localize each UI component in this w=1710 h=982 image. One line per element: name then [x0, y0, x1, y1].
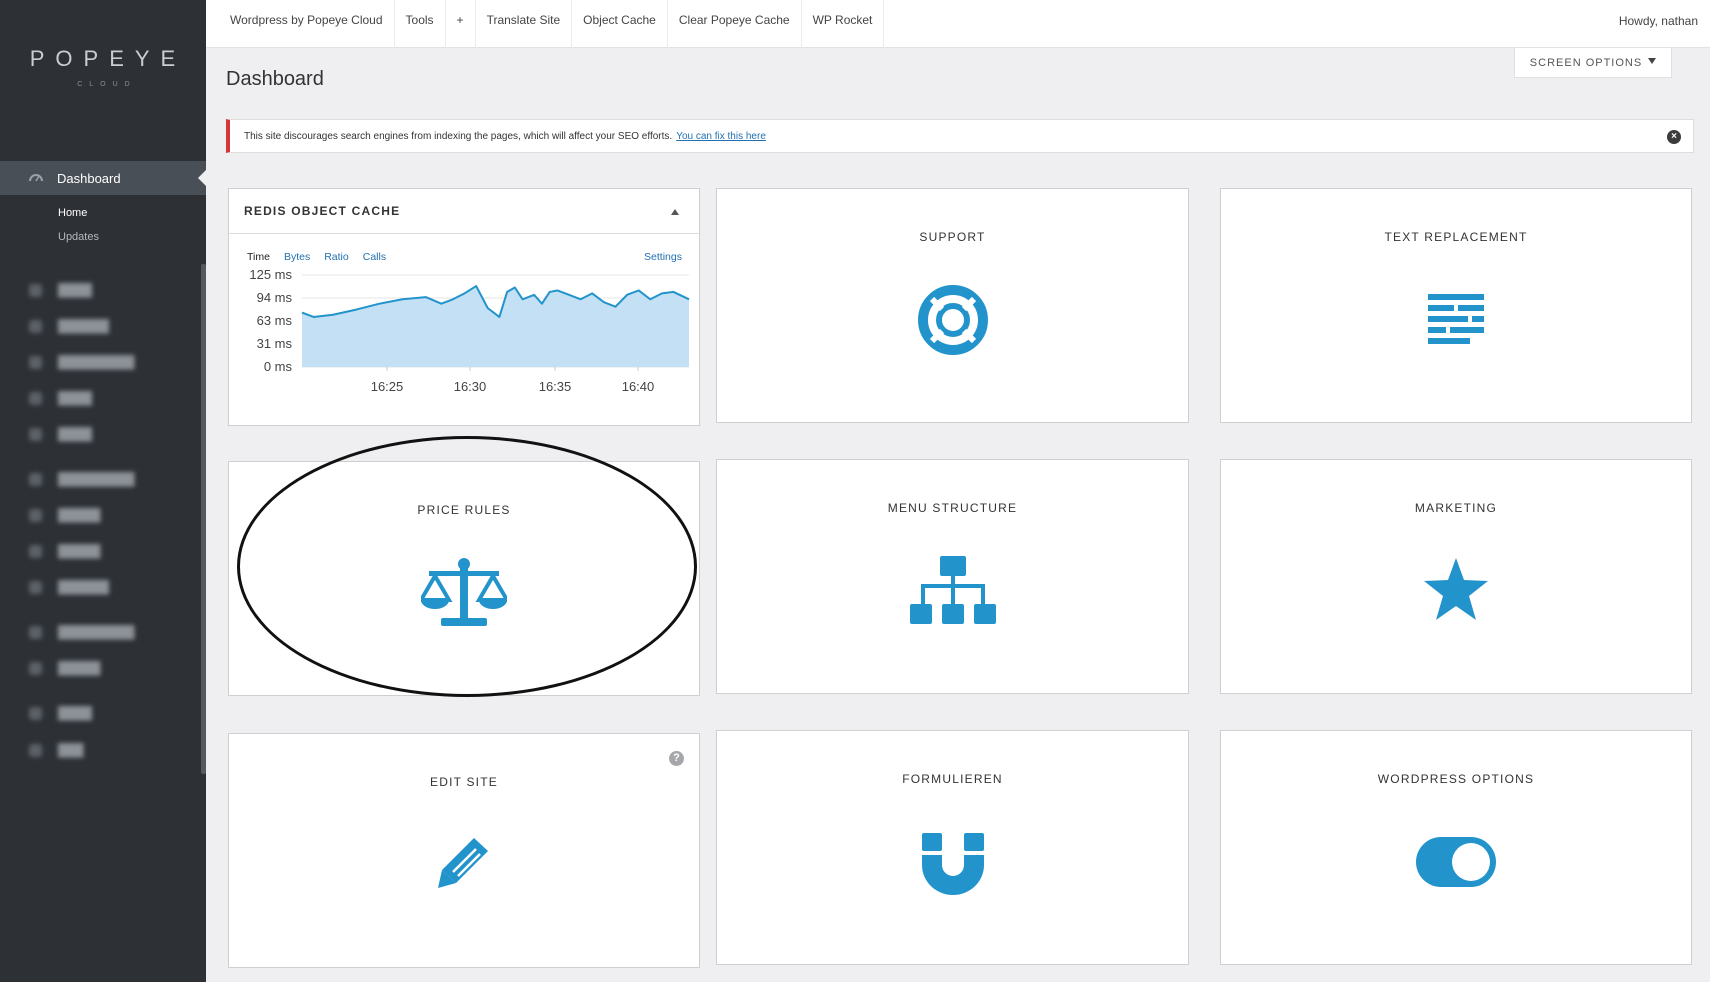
y-tick-label: 31 ms: [257, 336, 293, 351]
card-marketing[interactable]: MARKETING: [1220, 459, 1692, 694]
card-title: FORMULIEREN: [902, 772, 1003, 786]
card-menu-structure[interactable]: MENU STRUCTURE: [716, 459, 1189, 694]
y-tick-label: 125 ms: [249, 267, 292, 282]
sidebar-item-label: Dashboard: [57, 170, 121, 186]
menu-icon: [29, 355, 42, 369]
admin-toolbar: Wordpress by Popeye Cloud Tools + Transl…: [206, 0, 1710, 48]
card-title: PRICE RULES: [417, 503, 511, 517]
redis-time-chart: 125 ms 94 ms 63 ms 31 ms 0 ms 16:25 16:30 16:35…: [249, 267, 690, 394]
pencil-icon: [438, 838, 488, 888]
menu-icon: [29, 544, 42, 558]
menu-icon: [29, 743, 42, 757]
sidebar-item-blurred[interactable]: ████: [29, 391, 92, 405]
submenu-home[interactable]: Home: [58, 207, 99, 219]
toolbar-object-cache[interactable]: Object Cache: [571, 0, 668, 48]
notice-text: This site discourages search engines fro…: [244, 130, 673, 142]
card-title: MARKETING: [1414, 501, 1498, 515]
dashboard-submenu: Home Updates: [58, 207, 99, 255]
card-support[interactable]: SUPPORT: [716, 188, 1189, 423]
balance-scale-icon: [421, 558, 507, 626]
sidebar-item-blurred[interactable]: ██████: [29, 580, 109, 594]
notice-fix-link[interactable]: You can fix this here: [676, 131, 766, 142]
menu-icon: [29, 319, 42, 333]
submenu-updates[interactable]: Updates: [58, 231, 99, 243]
sidebar-item-blurred[interactable]: ██████: [29, 319, 109, 333]
x-tick-label: 16:35: [539, 379, 572, 394]
toolbar-tools[interactable]: Tools: [395, 0, 446, 48]
magnet-icon: [921, 833, 984, 895]
card-wordpress-options[interactable]: WORDPRESS OPTIONS: [1220, 730, 1692, 965]
menu-icon: [29, 283, 42, 297]
menu-icon: [29, 391, 42, 405]
menu-icon: [29, 508, 42, 522]
lifebuoy-icon: [917, 285, 988, 355]
y-tick-label: 63 ms: [257, 313, 293, 328]
x-tick-label: 16:40: [622, 379, 655, 394]
card-title: WORDPRESS OPTIONS: [1377, 772, 1535, 786]
redis-widget: REDIS OBJECT CACHE Time Bytes Ratio Call…: [228, 188, 700, 426]
sidebar-item-blurred[interactable]: █████████: [29, 472, 135, 486]
card-price-rules[interactable]: PRICE RULES: [228, 461, 700, 696]
sidebar-scrollbar[interactable]: [201, 264, 206, 774]
sidebar-item-blurred[interactable]: █████████: [29, 355, 135, 369]
help-icon[interactable]: ?: [669, 751, 684, 766]
sidebar-item-blurred[interactable]: ████: [29, 427, 92, 441]
sidebar-item-dashboard[interactable]: Dashboard: [0, 161, 206, 195]
toolbar-site-name[interactable]: Wordpress by Popeye Cloud: [206, 0, 395, 48]
sidebar-item-blurred[interactable]: ████: [29, 706, 92, 720]
seo-notice: This site discourages search engines fro…: [226, 119, 1694, 153]
sidebar-item-blurred[interactable]: █████: [29, 508, 101, 522]
toolbar-clear-cache[interactable]: Clear Popeye Cache: [668, 0, 801, 48]
card-text-replacement[interactable]: TEXT REPLACEMENT: [1220, 188, 1692, 423]
admin-sidebar: POPEYE CLOUD Dashboard Home Updates ████…: [0, 0, 206, 982]
y-tick-label: 94 ms: [257, 290, 293, 305]
toolbar-account[interactable]: Howdy, nathan: [1619, 14, 1698, 28]
redis-widget-header[interactable]: REDIS OBJECT CACHE: [229, 189, 699, 234]
collapse-toggle-icon[interactable]: [671, 209, 679, 215]
menu-icon: [29, 427, 42, 441]
star-icon: [1424, 558, 1488, 620]
card-edit-site[interactable]: EDIT SITE ?: [228, 733, 700, 968]
redis-widget-title: REDIS OBJECT CACHE: [244, 204, 401, 218]
popeye-logo[interactable]: POPEYE CLOUD: [0, 46, 206, 88]
dashboard-gauge-icon: [29, 174, 43, 182]
menu-icon: [29, 625, 42, 639]
x-tick-label: 16:25: [371, 379, 404, 394]
card-title: SUPPORT: [919, 230, 986, 244]
toggle-on-icon: [1416, 837, 1496, 887]
caret-down-icon: [1648, 58, 1657, 64]
card-formulieren[interactable]: FORMULIEREN: [716, 730, 1189, 965]
text-align-icon: [1428, 294, 1484, 344]
close-icon[interactable]: ×: [1667, 130, 1681, 144]
sidebar-item-blurred[interactable]: ███: [29, 743, 84, 757]
x-tick-label: 16:30: [454, 379, 487, 394]
sidebar-item-blurred[interactable]: █████████: [29, 625, 135, 639]
logo-tagline: CLOUD: [77, 81, 137, 88]
toolbar-translate-site[interactable]: Translate Site: [476, 0, 572, 48]
logo-name: POPEYE: [29, 46, 187, 71]
sidebar-item-blurred[interactable]: █████: [29, 544, 101, 558]
page-title: Dashboard: [226, 68, 324, 90]
menu-icon: [29, 706, 42, 720]
card-title: EDIT SITE: [430, 775, 498, 789]
y-tick-label: 0 ms: [264, 359, 293, 374]
card-title: TEXT REPLACEMENT: [1384, 230, 1528, 244]
card-title: MENU STRUCTURE: [887, 501, 1018, 515]
menu-icon: [29, 580, 42, 594]
menu-icon: [29, 472, 42, 486]
menu-icon: [29, 661, 42, 675]
toolbar-new[interactable]: +: [446, 0, 476, 48]
toolbar-wp-rocket[interactable]: WP Rocket: [800, 0, 885, 48]
sidebar-item-blurred[interactable]: █████: [29, 661, 101, 675]
screen-options-label: SCREEN OPTIONS: [1529, 56, 1643, 69]
screen-options-button[interactable]: SCREEN OPTIONS: [1514, 48, 1672, 78]
sidebar-item-blurred[interactable]: ████: [29, 283, 92, 297]
sitemap-icon: [909, 556, 996, 624]
